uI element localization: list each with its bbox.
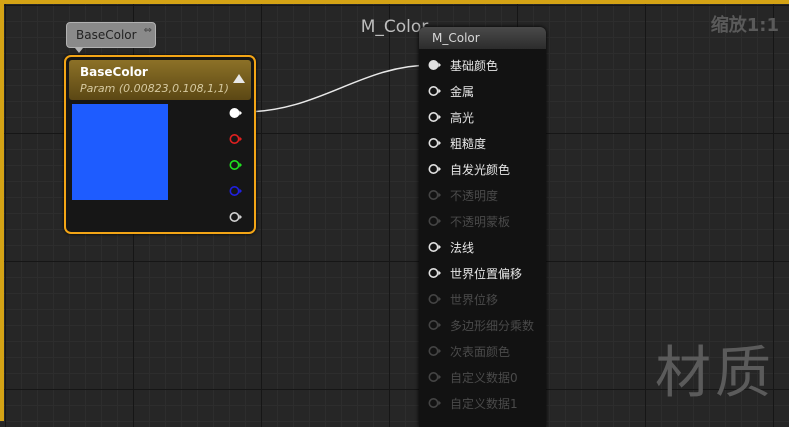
color-preview bbox=[72, 104, 168, 200]
input-label: 世界位移 bbox=[450, 293, 499, 307]
input-label: 自发光颜色 bbox=[450, 163, 511, 177]
material-input-row[interactable]: 法线 bbox=[428, 238, 546, 256]
material-input-row: 世界位移 bbox=[428, 290, 546, 308]
input-label: 世界位置偏移 bbox=[450, 267, 523, 281]
output-pin-r[interactable] bbox=[229, 133, 242, 145]
material-input-row[interactable]: 世界位置偏移 bbox=[428, 264, 546, 282]
material-input-row[interactable]: 粗糙度 bbox=[428, 134, 546, 152]
graph-watermark: 材质 bbox=[655, 341, 775, 406]
node-header[interactable]: BaseColor Param (0.00823,0.108,1,1) bbox=[69, 60, 251, 100]
collapse-arrow-icon[interactable] bbox=[233, 74, 245, 83]
output-pin-rgba[interactable] bbox=[229, 107, 242, 119]
input-label: 法线 bbox=[450, 241, 475, 255]
input-label: 高光 bbox=[450, 111, 475, 125]
pin-icon[interactable]: ⇔ bbox=[144, 26, 152, 36]
vector-parameter-node[interactable]: BaseColor Param (0.00823,0.108,1,1) bbox=[64, 55, 256, 234]
input-label: 自定义数据0 bbox=[450, 371, 518, 385]
output-pin-g[interactable] bbox=[229, 159, 242, 171]
material-input-row[interactable]: 金属 bbox=[428, 82, 546, 100]
input-label: 自定义数据1 bbox=[450, 397, 518, 411]
input-label: 不透明蒙板 bbox=[450, 215, 511, 229]
node-header[interactable]: M_Color bbox=[419, 27, 546, 49]
node-title: BaseColor bbox=[80, 65, 148, 79]
comment-text: BaseColor bbox=[76, 28, 137, 42]
node-subtitle: Param (0.00823,0.108,1,1) bbox=[80, 82, 229, 95]
material-input-row[interactable]: 基础颜色 bbox=[428, 56, 546, 74]
zoom-label: 缩放1:1 bbox=[710, 15, 779, 36]
input-label: 不透明度 bbox=[450, 189, 499, 203]
material-input-row: 多边形细分乘数 bbox=[428, 316, 546, 334]
output-pin-b[interactable] bbox=[229, 185, 242, 197]
material-result-node[interactable]: M_Color 基础颜色金属高光粗糙度自发光颜色不透明度不透明蒙板法线世界位置偏… bbox=[419, 27, 546, 427]
input-pin-icon bbox=[428, 398, 441, 408]
input-pin-icon[interactable] bbox=[428, 111, 442, 123]
material-input-row[interactable]: 自发光颜色 bbox=[428, 160, 546, 178]
material-input-row: 自定义数据1 bbox=[428, 394, 546, 412]
material-input-row: 自定义数据0 bbox=[428, 368, 546, 386]
material-input-row[interactable]: 高光 bbox=[428, 108, 546, 126]
input-pin-icon[interactable] bbox=[428, 137, 442, 149]
input-label: 金属 bbox=[450, 85, 475, 99]
comment-tail bbox=[75, 48, 83, 53]
input-label: 次表面颜色 bbox=[450, 345, 511, 359]
input-pin-icon bbox=[428, 294, 441, 304]
input-pin-icon bbox=[428, 190, 441, 200]
material-input-row: 次表面颜色 bbox=[428, 342, 546, 360]
input-label: 多边形细分乘数 bbox=[450, 319, 535, 333]
input-pin-icon[interactable] bbox=[428, 267, 442, 279]
input-pin-icon[interactable] bbox=[428, 241, 442, 253]
input-pin-icon[interactable] bbox=[428, 59, 442, 71]
node-title: M_Color bbox=[432, 31, 480, 45]
output-pin-a[interactable] bbox=[229, 211, 242, 223]
input-pin-icon bbox=[428, 216, 441, 226]
input-pin-icon[interactable] bbox=[428, 85, 442, 97]
input-label: 粗糙度 bbox=[450, 137, 487, 151]
graph-frame-top bbox=[0, 0, 789, 4]
input-pin-icon bbox=[428, 346, 441, 356]
input-pin-icon bbox=[428, 320, 441, 330]
input-pin-icon[interactable] bbox=[428, 163, 442, 175]
graph-frame-left bbox=[0, 0, 4, 421]
input-pin-icon bbox=[428, 372, 441, 382]
input-label: 基础颜色 bbox=[450, 59, 499, 73]
material-input-row: 不透明度 bbox=[428, 186, 546, 204]
material-input-row: 不透明蒙板 bbox=[428, 212, 546, 230]
node-comment-bubble[interactable]: BaseColor ⇔ bbox=[66, 22, 156, 53]
